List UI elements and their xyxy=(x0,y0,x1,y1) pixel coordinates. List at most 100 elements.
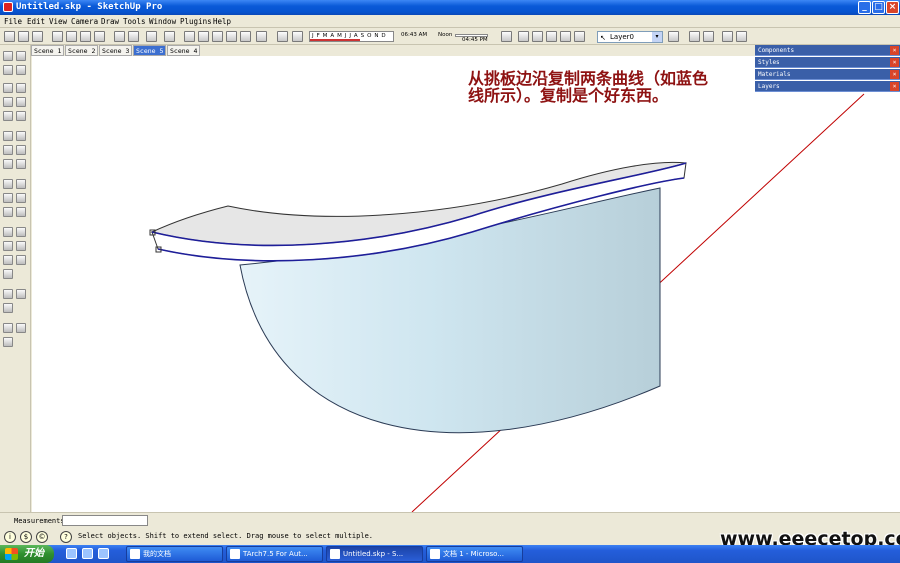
orbit-tool-icon[interactable] xyxy=(3,227,13,237)
shadow-settings-icon[interactable] xyxy=(277,31,288,42)
measurements-input[interactable] xyxy=(62,515,148,526)
right-view-icon[interactable] xyxy=(226,31,237,42)
menu-view[interactable]: View xyxy=(49,17,67,26)
taskbar-item-my-documents[interactable]: 我的文档 xyxy=(126,546,223,562)
scene-tab-4[interactable]: Scene 4 xyxy=(167,45,201,56)
tray-styles[interactable]: Styles × xyxy=(755,57,900,68)
menu-help[interactable]: Help xyxy=(213,17,231,26)
menu-camera[interactable]: Camera xyxy=(71,17,98,26)
close-icon[interactable]: × xyxy=(890,58,899,67)
drawing-viewport[interactable]: 从挑板边沿复制两条曲线（如蓝色 线所示）。复制是个好东西。 xyxy=(32,56,900,512)
erase-icon[interactable] xyxy=(94,31,105,42)
info-icon[interactable]: i xyxy=(4,531,16,543)
copyright-icon[interactable]: © xyxy=(36,531,48,543)
make-component-icon[interactable] xyxy=(52,31,63,42)
save-icon[interactable] xyxy=(32,31,43,42)
minimize-button[interactable]: _ xyxy=(858,1,871,14)
layer-dropdown[interactable]: ↖ Layer0 ▾ xyxy=(597,31,663,43)
print-icon[interactable] xyxy=(146,31,157,42)
front-view-icon[interactable] xyxy=(212,31,223,42)
menu-file[interactable]: File xyxy=(4,17,22,26)
previous-view-icon[interactable] xyxy=(3,255,13,265)
look-around-icon[interactable] xyxy=(736,31,747,42)
display-section-cuts-icon[interactable] xyxy=(703,31,714,42)
push-pull-tool-icon[interactable] xyxy=(16,131,26,141)
freehand-tool-icon[interactable] xyxy=(16,111,26,121)
tray-layers[interactable]: Layers × xyxy=(755,81,900,92)
taskbar-item-tarch[interactable]: TArch7.5 For Aut... xyxy=(226,546,323,562)
scene-tab-3[interactable]: Scene 3 xyxy=(99,45,133,56)
wireframe-style-icon[interactable] xyxy=(518,31,529,42)
close-icon[interactable]: × xyxy=(890,46,899,55)
position-camera-icon[interactable] xyxy=(3,289,13,299)
rotate-tool-icon[interactable] xyxy=(3,145,13,155)
menu-plugins[interactable]: Plugins xyxy=(180,17,212,26)
offset-tool-icon[interactable] xyxy=(16,159,26,169)
walk-tool-icon[interactable] xyxy=(16,289,26,299)
undo-icon[interactable] xyxy=(114,31,125,42)
google-earth-icon[interactable] xyxy=(16,323,26,333)
text-tool-icon[interactable] xyxy=(16,193,26,203)
zoom-tool-icon[interactable] xyxy=(3,241,13,251)
cut-icon[interactable] xyxy=(66,31,77,42)
menu-edit[interactable]: Edit xyxy=(27,17,45,26)
rectangle-tool-icon[interactable] xyxy=(3,83,13,93)
close-button[interactable]: × xyxy=(886,1,899,14)
polygon-tool-icon[interactable] xyxy=(3,111,13,121)
credits-icon[interactable]: $ xyxy=(20,531,32,543)
display-shadows-icon[interactable] xyxy=(292,31,303,42)
xray-style-icon[interactable] xyxy=(501,31,512,42)
model-info-icon[interactable] xyxy=(164,31,175,42)
scale-tool-icon[interactable] xyxy=(3,159,13,169)
tape-measure-icon[interactable] xyxy=(3,179,13,189)
left-view-icon[interactable] xyxy=(256,31,267,42)
taskbar-item-word[interactable]: 文档 1 - Microso... xyxy=(426,546,523,562)
arc-tool-icon[interactable] xyxy=(16,97,26,107)
quicklaunch-media-icon[interactable] xyxy=(98,548,109,559)
monochrome-style-icon[interactable] xyxy=(574,31,585,42)
quicklaunch-desktop-icon[interactable] xyxy=(66,548,77,559)
scene-tab-1[interactable]: Scene 1 xyxy=(31,45,65,56)
dimension-tool-icon[interactable] xyxy=(16,179,26,189)
axes-tool-icon[interactable] xyxy=(3,207,13,217)
protractor-icon[interactable] xyxy=(3,193,13,203)
hidden-line-style-icon[interactable] xyxy=(532,31,543,42)
top-view-icon[interactable] xyxy=(198,31,209,42)
iso-view-icon[interactable] xyxy=(184,31,195,42)
redo-icon[interactable] xyxy=(128,31,139,42)
copy-icon[interactable] xyxy=(80,31,91,42)
zoom-extents-icon[interactable] xyxy=(3,269,13,279)
scene-tab-2[interactable]: Scene 2 xyxy=(65,45,99,56)
new-file-icon[interactable] xyxy=(4,31,15,42)
open-file-icon[interactable] xyxy=(18,31,29,42)
start-button[interactable]: 开始 xyxy=(0,545,54,563)
paint-bucket-icon[interactable] xyxy=(3,65,13,75)
layer-manager-icon[interactable] xyxy=(668,31,679,42)
chevron-down-icon[interactable]: ▾ xyxy=(652,32,662,42)
pan-tool-icon[interactable] xyxy=(16,227,26,237)
move-tool-icon[interactable] xyxy=(3,131,13,141)
shadow-month-slider[interactable]: J F M A M J J A S O N D xyxy=(309,31,394,42)
tray-components[interactable]: Components × xyxy=(755,45,900,56)
taskbar-item-sketchup[interactable]: Untitled.skp - S... xyxy=(326,546,423,562)
close-icon[interactable]: × xyxy=(890,82,899,91)
line-tool-icon[interactable] xyxy=(16,83,26,93)
section-plane-tool-icon[interactable] xyxy=(3,323,13,333)
menu-draw[interactable]: Draw xyxy=(101,17,119,26)
get-models-icon[interactable] xyxy=(3,337,13,347)
eraser-icon[interactable] xyxy=(16,65,26,75)
follow-me-tool-icon[interactable] xyxy=(16,145,26,155)
3d-text-icon[interactable] xyxy=(16,207,26,217)
tray-materials[interactable]: Materials × xyxy=(755,69,900,80)
quicklaunch-ie-icon[interactable] xyxy=(82,548,93,559)
back-view-icon[interactable] xyxy=(240,31,251,42)
next-view-icon[interactable] xyxy=(16,255,26,265)
zoom-window-icon[interactable] xyxy=(16,241,26,251)
model-canvas[interactable] xyxy=(32,56,900,512)
section-plane-icon[interactable] xyxy=(689,31,700,42)
menu-window[interactable]: Window xyxy=(149,17,176,26)
maximize-button[interactable]: □ xyxy=(872,1,885,14)
close-icon[interactable]: × xyxy=(890,70,899,79)
walk-icon[interactable] xyxy=(722,31,733,42)
select-tool-icon[interactable] xyxy=(3,51,13,61)
